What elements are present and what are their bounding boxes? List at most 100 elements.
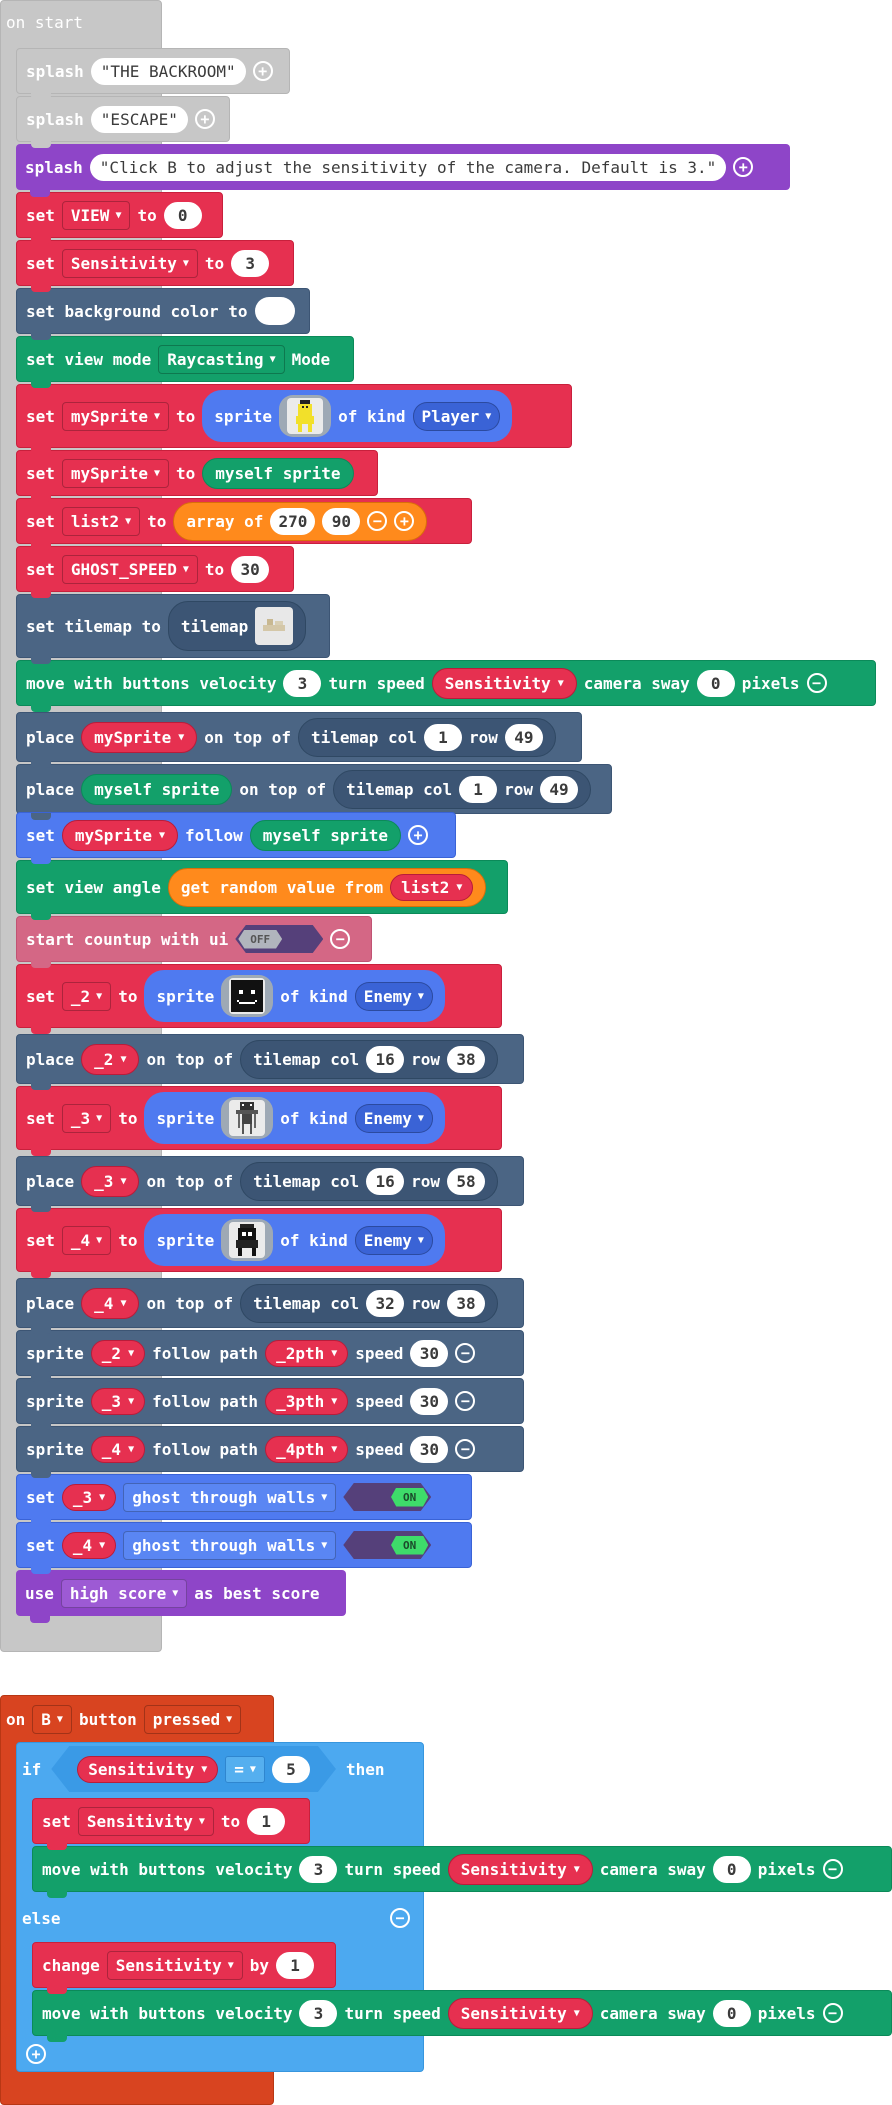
move-with-buttons-else-block[interactable]: move with buttons velocity 3 turn speed … [32, 1990, 892, 2042]
variable-reporter[interactable]: _2 ▼ [81, 1043, 140, 1075]
set-enemy-2-block[interactable]: set _2 ▼ to sprite of kind Enemy ▼ [16, 964, 502, 1034]
path-reporter[interactable]: _4pth ▼ [265, 1435, 349, 1463]
velocity-input[interactable]: 3 [283, 669, 322, 697]
set-enemy-4-block[interactable]: set _4 ▼ to sprite of kind Enemy ▼ [16, 1208, 502, 1278]
variable-dropdown[interactable]: Sensitivity ▼ [106, 1950, 243, 1980]
flag-dropdown[interactable]: ghost through walls ▼ [123, 1530, 337, 1560]
variable-reporter[interactable]: mySprite ▼ [81, 721, 198, 753]
row-input[interactable]: 49 [504, 723, 543, 751]
variable-dropdown[interactable]: _3 ▼ [61, 1103, 112, 1133]
variable-reporter[interactable]: _3 ▼ [81, 1165, 140, 1197]
score-dropdown[interactable]: high score ▼ [60, 1578, 188, 1608]
flag-toggle[interactable]: ON [343, 1531, 432, 1559]
minus-circle-icon[interactable]: − [822, 1859, 843, 1879]
compare-value-input[interactable]: 5 [272, 1756, 310, 1783]
array-item-input[interactable]: 270 [270, 507, 316, 535]
follow-path-3-block[interactable]: sprite _3 ▼ follow path _3pth ▼ speed 30 − [16, 1378, 524, 1430]
col-input[interactable]: 1 [459, 775, 498, 803]
random-value-reporter[interactable]: get random value from list2 ▼ [167, 867, 487, 907]
variable-reporter[interactable]: _4 ▼ [81, 1287, 140, 1319]
splash-text-input[interactable]: "Click B to adjust the sensitivity of th… [89, 153, 727, 181]
variable-dropdown[interactable]: Sensitivity ▼ [77, 1806, 214, 1836]
variable-reporter[interactable]: _4 ▼ [90, 1435, 146, 1463]
variable-dropdown[interactable]: _4 ▼ [61, 1225, 112, 1255]
value-input[interactable]: 30 [231, 555, 270, 583]
variable-reporter[interactable]: _4 ▼ [61, 1531, 117, 1559]
value-input[interactable]: 1 [247, 1807, 286, 1835]
variable-reporter[interactable]: _2 ▼ [90, 1339, 146, 1367]
place-enemy-3-block[interactable]: place _3 ▼ on top of tilemap col 16 row 5… [16, 1156, 524, 1212]
sway-input[interactable]: 0 [696, 669, 735, 697]
sensitivity-reporter[interactable]: Sensitivity ▼ [431, 667, 577, 699]
variable-reporter[interactable]: _3 ▼ [90, 1387, 146, 1415]
value-input[interactable]: 1 [276, 1951, 315, 1979]
variable-reporter[interactable]: mySprite ▼ [61, 819, 178, 851]
plus-circle-icon[interactable]: + [733, 157, 754, 177]
set-follow-block[interactable]: set mySprite ▼ follow myself sprite + [16, 812, 456, 864]
plus-circle-icon[interactable]: + [194, 109, 215, 129]
flag-dropdown[interactable]: ghost through walls ▼ [123, 1482, 337, 1512]
set-tilemap-block[interactable]: set tilemap to tilemap [16, 594, 330, 664]
tilemap-col-reporter[interactable]: tilemap col 16 row 58 [240, 1161, 499, 1201]
place-myself-sprite-block[interactable]: place myself sprite on top of tilemap co… [16, 764, 612, 820]
splash-block-1[interactable]: splash "THE BACKROOM" + [16, 48, 290, 100]
sway-input[interactable]: 0 [712, 1855, 751, 1883]
set-view-mode-block[interactable]: set view mode Raycasting ▼ Mode [16, 336, 354, 388]
myself-sprite-reporter[interactable]: myself sprite [81, 773, 233, 805]
set-sensitivity-block[interactable]: set Sensitivity ▼ to 3 [16, 240, 294, 292]
value-input[interactable]: 3 [231, 249, 270, 277]
plus-circle-icon[interactable]: + [26, 2044, 46, 2064]
minus-circle-icon[interactable]: − [455, 1391, 476, 1411]
follow-path-2-block[interactable]: sprite _2 ▼ follow path _2pth ▼ speed 30 − [16, 1330, 524, 1382]
variable-dropdown[interactable]: GHOST_SPEED ▼ [61, 554, 198, 584]
kind-dropdown[interactable]: Enemy ▼ [354, 1225, 433, 1255]
sensitivity-reporter[interactable]: Sensitivity ▼ [447, 1997, 593, 2029]
splash-text-input[interactable]: "THE BACKROOM" [90, 57, 246, 85]
speed-input[interactable]: 30 [410, 1387, 449, 1415]
path-reporter[interactable]: _2pth ▼ [265, 1339, 349, 1367]
mode-dropdown[interactable]: Raycasting ▼ [158, 344, 285, 374]
velocity-input[interactable]: 3 [299, 1855, 338, 1883]
minus-circle-icon[interactable]: − [367, 511, 388, 531]
variable-dropdown[interactable]: list2 ▼ [61, 506, 141, 536]
ui-toggle[interactable]: OFF [235, 925, 324, 953]
kind-dropdown[interactable]: Enemy ▼ [354, 981, 433, 1011]
ghost-walls-4-block[interactable]: set _4 ▼ ghost through walls ▼ ON [16, 1522, 472, 1574]
sprite-create-reporter[interactable]: sprite of kind Enemy ▼ [144, 1214, 445, 1266]
splash-block-2[interactable]: splash "ESCAPE" + [16, 96, 230, 148]
sprite-image-picker[interactable] [221, 975, 274, 1017]
flag-toggle[interactable]: ON [343, 1483, 432, 1511]
follow-path-4-block[interactable]: sprite _4 ▼ follow path _4pth ▼ speed 30 − [16, 1426, 524, 1478]
velocity-input[interactable]: 3 [299, 1999, 338, 2027]
tilemap-col-reporter[interactable]: tilemap col 16 row 38 [240, 1039, 499, 1079]
variable-dropdown[interactable]: mySprite ▼ [61, 401, 169, 431]
minus-circle-icon[interactable]: − [330, 929, 351, 949]
array-item-input[interactable]: 90 [322, 507, 361, 535]
plus-circle-icon[interactable]: + [252, 61, 273, 81]
speed-input[interactable]: 30 [410, 1339, 449, 1367]
splash-text-input[interactable]: "ESCAPE" [90, 105, 188, 133]
button-dropdown[interactable]: B ▼ [32, 1704, 72, 1734]
sprite-create-reporter[interactable]: sprite of kind Player ▼ [202, 390, 513, 442]
variable-reporter[interactable]: _3 ▼ [61, 1483, 117, 1511]
use-best-score-block[interactable]: use high score ▼ as best score [16, 1570, 346, 1623]
place-enemy-2-block[interactable]: place _2 ▼ on top of tilemap col 16 row 3… [16, 1034, 524, 1090]
move-with-buttons-then-block[interactable]: move with buttons velocity 3 turn speed … [32, 1846, 892, 1898]
set-view-angle-block[interactable]: set view angle get random value from lis… [16, 860, 508, 920]
sensitivity-reporter[interactable]: Sensitivity ▼ [447, 1853, 593, 1885]
splash-block-3[interactable]: splash "Click B to adjust the sensitivit… [16, 144, 790, 197]
tilemap-col-reporter[interactable]: tilemap col 32 row 38 [240, 1283, 499, 1323]
col-input[interactable]: 1 [423, 723, 462, 751]
minus-circle-icon[interactable]: − [822, 2003, 843, 2023]
set-sensitivity-1-block[interactable]: set Sensitivity ▼ to 1 [32, 1798, 310, 1850]
set-ghost-speed-block[interactable]: set GHOST_SPEED ▼ to 30 [16, 546, 294, 598]
sprite-image-picker[interactable] [221, 1097, 274, 1139]
variable-reporter[interactable]: Sensitivity ▼ [77, 1756, 218, 1783]
value-input[interactable]: 0 [163, 201, 202, 229]
col-input[interactable]: 16 [366, 1167, 405, 1195]
start-countup-block[interactable]: start countup with ui OFF − [16, 916, 372, 968]
plus-circle-icon[interactable]: + [408, 825, 429, 845]
variable-dropdown[interactable]: VIEW ▼ [61, 200, 131, 230]
row-input[interactable]: 49 [539, 775, 578, 803]
tilemap-thumbnail[interactable] [255, 607, 294, 645]
